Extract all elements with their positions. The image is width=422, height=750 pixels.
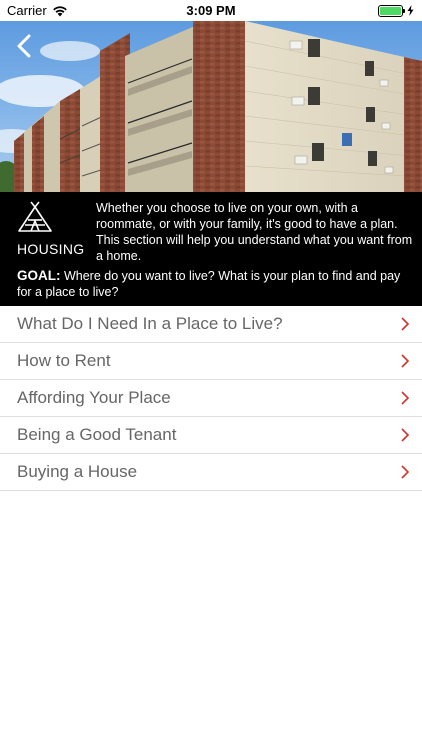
topic-list: What Do I Need In a Place to Live? How t… [0,306,422,491]
section-goal: GOAL: Where do you want to live? What is… [17,268,412,300]
list-item[interactable]: How to Rent [0,343,422,380]
section-title: HOUSING [17,241,85,257]
list-item[interactable]: Buying a House [0,454,422,491]
list-item-label: How to Rent [17,351,111,370]
chevron-right-icon [401,317,410,331]
status-bar: Carrier 3:09 PM [0,0,422,21]
teepee-tent-icon [18,201,52,232]
list-item[interactable]: Being a Good Tenant [0,417,422,454]
list-item-label: What Do I Need In a Place to Live? [17,314,283,333]
section-intro: Whether you choose to live on your own, … [96,201,413,263]
section-info-panel: HOUSING Whether you choose to live on yo… [0,192,422,306]
wifi-icon [52,5,67,16]
list-item-label: Affording Your Place [17,388,171,407]
chevron-left-icon [17,34,31,58]
status-right [378,4,414,17]
list-item-label: Buying a House [17,462,138,481]
goal-label: GOAL: [17,268,61,283]
hero-image [0,21,422,192]
back-button[interactable] [12,31,36,61]
list-item[interactable]: What Do I Need In a Place to Live? [0,306,422,343]
status-left: Carrier [7,3,68,18]
charging-bolt-icon [407,5,414,16]
chevron-right-icon [401,391,410,405]
chevron-right-icon [401,428,410,442]
carrier-label: Carrier [7,3,47,18]
goal-description: Where do you want to live? What is your … [17,269,401,299]
chevron-right-icon [401,354,410,368]
list-item[interactable]: Affording Your Place [0,380,422,417]
list-item-label: Being a Good Tenant [17,425,177,444]
chevron-right-icon [401,465,410,479]
apartment-building-photo [0,21,422,192]
battery-icon [378,4,405,17]
